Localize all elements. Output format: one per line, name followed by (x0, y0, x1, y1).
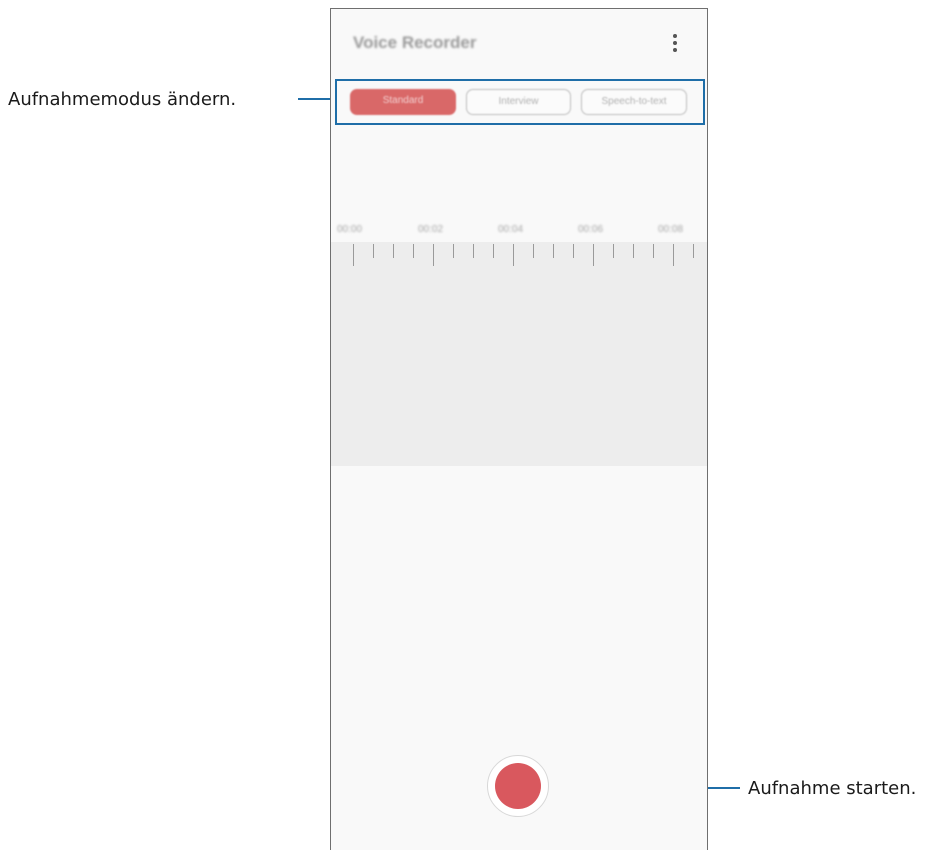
callout-mode-change: Aufnahmemodus ändern. (8, 89, 237, 110)
timeline-tick (613, 244, 614, 258)
mode-tab-interview[interactable]: Interview (466, 89, 571, 115)
time-label: 00:06 (578, 224, 604, 235)
mode-tab-speech-to-text[interactable]: Speech-to-text (581, 89, 687, 115)
timeline-labels: 00:00 00:02 00:04 00:06 00:08 (331, 224, 707, 244)
more-options-button[interactable] (663, 29, 687, 57)
timeline-tick (393, 244, 394, 258)
timeline-tick (353, 244, 354, 266)
phone-screen: Voice Recorder Standard Interview Speech… (330, 8, 708, 850)
timeline-tick (533, 244, 534, 258)
timeline-tick (553, 244, 554, 258)
record-button[interactable] (487, 755, 549, 817)
timeline-tick (573, 244, 574, 258)
time-label: 00:02 (418, 224, 444, 235)
timeline-tick (453, 244, 454, 258)
recording-mode-tabs: Standard Interview Speech-to-text (335, 79, 705, 125)
mode-tab-standard[interactable]: Standard (350, 89, 456, 115)
timeline-tick (633, 244, 634, 258)
callout-line-mode (298, 98, 334, 100)
time-label: 00:04 (498, 224, 524, 235)
timeline-tick (413, 244, 414, 258)
timeline-tick (693, 244, 694, 258)
time-label: 00:08 (658, 224, 684, 235)
timeline-tick (493, 244, 494, 258)
manual-page: Aufnahmemodus ändern. Aufnahme starten. … (0, 0, 952, 850)
timeline-tick (373, 244, 374, 258)
timeline-ticks (331, 242, 707, 272)
timeline-tick (653, 244, 654, 258)
timeline-tick (593, 244, 594, 266)
app-title: Voice Recorder (353, 33, 477, 52)
callout-start-recording: Aufnahme starten. (748, 778, 917, 799)
time-label: 00:00 (337, 224, 363, 235)
timeline-tick (433, 244, 434, 266)
timeline-tick (513, 244, 514, 266)
record-icon (495, 763, 541, 809)
timeline-tick (473, 244, 474, 258)
waveform-area (331, 242, 707, 466)
timeline-tick (673, 244, 674, 266)
